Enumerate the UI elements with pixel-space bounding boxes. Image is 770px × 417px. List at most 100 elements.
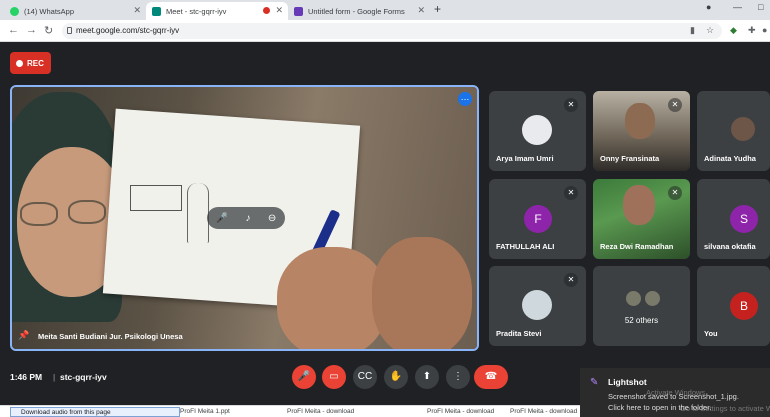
record-dot-icon <box>16 59 23 67</box>
download-audio-label: Download audio from this page <box>21 409 111 416</box>
tab-meet[interactable]: Meet - stc-gqrr-iyv ✕ <box>146 2 288 20</box>
close-tab-icon[interactable]: ✕ <box>133 5 141 16</box>
recording-badge: REC <box>10 52 51 74</box>
participant-tile[interactable]: Adinata Yudha <box>697 91 770 171</box>
address-bar: ← → ↻ meet.google.com/stc-gqrr-iyv ▮ ☆ ◆… <box>0 20 770 42</box>
new-tab-icon[interactable]: + <box>434 2 441 16</box>
sketch-figure <box>187 183 209 243</box>
browser-tab-bar: (14) WhatsApp ✕ Meet - stc-gqrr-iyv ✕ Un… <box>0 0 770 20</box>
participant-name: FATHULLAH ALI <box>496 242 555 251</box>
download-audio-button[interactable]: Download audio from this page <box>10 407 180 417</box>
pin-icon[interactable]: 📌 <box>18 330 29 341</box>
back-icon[interactable]: ← <box>8 24 19 36</box>
download-item[interactable]: ProFI Meita 1.ppt <box>180 408 230 415</box>
download-item[interactable]: ProFI Meita - download <box>427 408 494 415</box>
participant-avatar: F <box>524 205 552 233</box>
recording-indicator-icon <box>263 7 270 14</box>
windows-watermark: Go to Settings to activate Windows. <box>680 404 770 413</box>
glasses-right <box>68 200 106 224</box>
lock-icon <box>67 27 72 34</box>
reload-icon[interactable]: ↻ <box>44 24 53 37</box>
tab-label: (14) WhatsApp <box>24 6 75 16</box>
close-tab-icon[interactable]: ✕ <box>275 5 283 16</box>
tab-google-forms[interactable]: Untitled form - Google Forms ✕ <box>288 2 430 20</box>
participant-tile[interactable]: ✕ Onny Fransinata <box>593 91 690 171</box>
participant-name: Onny Fransinata <box>600 154 660 163</box>
participant-tile[interactable]: ✕ Pradita Stevi <box>489 266 586 346</box>
others-count: 52 others <box>624 316 659 325</box>
main-speaker-name: Meita Santi Budiani Jur. Psikologi Unesa <box>38 332 183 341</box>
participant-image-icon <box>522 115 552 145</box>
leave-call-button[interactable]: ☎ <box>474 365 508 389</box>
muted-mic-icon: ✕ <box>564 98 578 112</box>
glasses-left <box>20 202 58 226</box>
whatsapp-icon <box>10 6 19 16</box>
camera-off-button[interactable]: ▭ <box>322 365 346 389</box>
forward-icon[interactable]: → <box>26 24 37 36</box>
more-options-button[interactable]: ⋮ <box>446 365 470 389</box>
bookmark-star-icon[interactable]: ☆ <box>706 25 714 36</box>
hand <box>277 247 387 349</box>
participant-tile[interactable]: ✕ Reza Dwi Ramadhan <box>593 179 690 259</box>
tab-label: Untitled form - Google Forms <box>308 6 405 16</box>
more-options-icon[interactable]: … <box>458 92 472 106</box>
participant-tile[interactable]: F ✕ FATHULLAH ALI <box>489 179 586 259</box>
lightshot-icon: ✎ <box>590 377 599 388</box>
participant-face <box>623 185 655 225</box>
screen: (14) WhatsApp ✕ Meet - stc-gqrr-iyv ✕ Un… <box>0 0 770 417</box>
maximize-icon[interactable]: □ <box>758 2 763 12</box>
meeting-time: 1:46 PM <box>10 372 43 382</box>
url-text: meet.google.com/stc-gqrr-iyv <box>76 26 180 35</box>
participant-face <box>625 103 655 139</box>
extensions-puzzle-icon[interactable]: ✚ <box>748 25 756 36</box>
participant-name: Adinata Yudha <box>704 154 756 163</box>
captions-button[interactable]: CC <box>353 365 377 389</box>
self-tile[interactable]: B You <box>697 266 770 346</box>
muted-mic-icon: ✕ <box>668 98 682 112</box>
lightshot-notification[interactable]: ✎ Lightshot Activate Windows Screenshot … <box>580 368 770 417</box>
forms-icon <box>294 6 303 16</box>
meeting-code: stc-gqrr-iyv <box>60 372 107 382</box>
separator: | <box>53 372 56 382</box>
participant-tile[interactable]: S silvana oktafia <box>697 179 770 259</box>
download-item[interactable]: ProFI Meita - download <box>287 408 354 415</box>
mic-icon[interactable]: ♪ <box>246 213 251 224</box>
profile-icon[interactable]: ● <box>762 25 767 35</box>
self-avatar: B <box>730 292 758 320</box>
meet-icon <box>152 6 161 16</box>
remove-icon[interactable]: ⊖ <box>268 213 276 224</box>
download-item[interactable]: ProFI Meita - download <box>510 408 577 415</box>
others-avatars <box>625 290 663 307</box>
sketch-board <box>130 185 182 211</box>
rec-label: REC <box>27 58 44 68</box>
download-bar: Download audio from this page ProFI Meit… <box>0 405 580 417</box>
tab-whatsapp[interactable]: (14) WhatsApp ✕ <box>4 2 146 20</box>
media-control-icon[interactable]: ● <box>706 2 711 12</box>
minimize-icon[interactable]: — <box>733 2 742 12</box>
toast-title: Lightshot <box>608 377 647 387</box>
tab-label: Meet - stc-gqrr-iyv <box>166 6 227 16</box>
participant-name: silvana oktafia <box>704 242 756 251</box>
mute-icon[interactable]: 🎤 <box>216 213 228 224</box>
toast-line: Screenshot saved to Screenshot_1.jpg. <box>608 392 739 401</box>
participant-name: You <box>704 329 718 338</box>
url-field[interactable]: meet.google.com/stc-gqrr-iyv <box>62 23 722 39</box>
participant-name: Pradita Stevi <box>496 329 542 338</box>
participant-face <box>731 117 755 141</box>
extension-icon[interactable]: ◆ <box>730 25 737 36</box>
camera-in-use-icon[interactable]: ▮ <box>690 25 695 36</box>
muted-mic-icon: ✕ <box>564 186 578 200</box>
raise-hand-button[interactable]: ✋ <box>384 365 408 389</box>
main-video-tile[interactable]: … 🎤 ♪ ⊖ 📌 Meita Santi Budiani Jur. Psiko… <box>10 85 479 351</box>
muted-mic-icon: ✕ <box>564 273 578 287</box>
participant-name: Reza Dwi Ramadhan <box>600 242 674 251</box>
muted-mic-icon: ✕ <box>668 186 682 200</box>
close-tab-icon[interactable]: ✕ <box>417 5 425 16</box>
participant-tile[interactable]: ✕ Arya Imam Umri <box>489 91 586 171</box>
others-tile[interactable]: 52 others <box>593 266 690 346</box>
participant-image-icon <box>522 290 552 320</box>
present-button[interactable]: ⬆ <box>415 365 439 389</box>
hand <box>372 237 472 349</box>
participant-avatar: S <box>730 205 758 233</box>
mic-off-button[interactable]: 🎤 <box>292 365 316 389</box>
